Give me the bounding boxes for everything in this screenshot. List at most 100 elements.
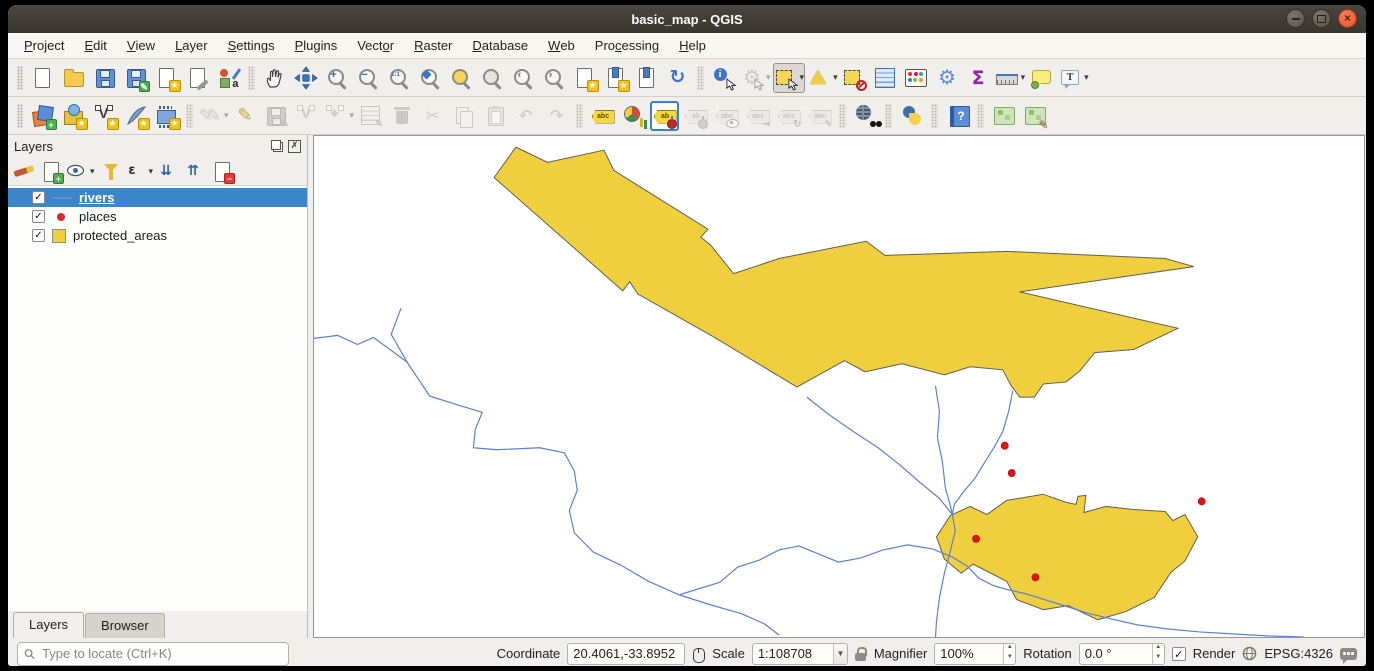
deselect-features-button[interactable] [840,63,869,93]
layer-checkbox-rivers[interactable]: ✓ [32,191,45,204]
menu-web[interactable]: Web [538,33,585,58]
copy-features-button[interactable] [449,101,478,131]
paste-features-button[interactable] [480,101,509,131]
layer-checkbox-protected_areas[interactable]: ✓ [32,229,45,242]
open-attribute-table-button[interactable] [871,63,900,93]
magnifier-spinbox[interactable]: ▲▼ [934,643,1016,665]
new-geopackage-layer-button[interactable]: ★ [59,101,88,131]
show-layout-manager-button[interactable] [183,63,212,93]
refresh-map-button[interactable]: ↻ [663,63,692,93]
green-map-plugin-button[interactable] [989,101,1018,131]
style-manager-button[interactable]: a [214,63,243,93]
open-project-button[interactable] [59,63,88,93]
lock-scale-icon[interactable] [855,647,867,661]
log-messages-icon[interactable] [1340,648,1357,660]
save-layer-edits-button[interactable]: ✎ [262,101,291,131]
zoom-to-layer-button[interactable] [477,63,506,93]
close-panel-button[interactable]: ✗ [288,140,301,153]
menu-project[interactable]: Project [14,33,74,58]
maximize-button[interactable] [1312,9,1331,28]
highlight-pinned-labels-button[interactable]: ab [681,101,710,131]
help-contents-button[interactable]: ? [943,101,972,131]
layer-item-protected_areas[interactable]: ✓protected_areas [8,226,307,245]
minimize-button[interactable] [1286,9,1305,28]
open-data-source-manager-button[interactable]: + [28,101,57,131]
menu-help[interactable]: Help [669,33,716,58]
map-tips-button[interactable] [1027,63,1056,93]
show-spatial-bookmarks-button[interactable]: ★ [601,63,630,93]
layer-item-rivers[interactable]: ✓rivers [8,188,307,207]
menu-edit[interactable]: Edit [74,33,116,58]
manage-map-themes-button[interactable]: ▾ [66,159,95,183]
title-bar[interactable]: basic_map - QGIS × [8,5,1366,33]
zoom-to-selection-button[interactable] [446,63,475,93]
zoom-last-button[interactable]: ‹ [508,63,537,93]
add-feature-button[interactable]: V [293,101,322,131]
new-shapefile-layer-button[interactable]: V★ [90,101,119,131]
magnifier-input[interactable] [935,646,1003,661]
modify-attributes-button[interactable]: ✎ [356,101,385,131]
zoom-out-button[interactable]: − [353,63,382,93]
menu-layer[interactable]: Layer [165,33,218,58]
remove-layer-button[interactable]: − [210,159,234,183]
statistical-summary-button[interactable]: Σ [964,63,993,93]
vertex-tool-button[interactable]: ⌖▾ [324,101,355,131]
scale-input[interactable] [753,646,833,661]
dropdown-arrow-icon[interactable]: ▾ [833,72,838,83]
menu-processing[interactable]: Processing [585,33,669,58]
menu-view[interactable]: View [117,33,165,58]
metasearch-catalog-button[interactable] [851,101,880,131]
toggle-editing-button[interactable]: ✎ [231,101,260,131]
processing-toolbox-button[interactable]: ⚙ [933,63,962,93]
zoom-native-button[interactable]: 1:1 [384,63,413,93]
mouse-position-toggle-icon[interactable] [692,646,705,662]
tab-browser[interactable]: Browser [85,613,165,638]
menu-settings[interactable]: Settings [218,33,285,58]
select-by-expression-button[interactable]: ▾ [807,63,838,93]
crs-globe-icon[interactable] [1242,646,1257,661]
dropdown-arrow-icon[interactable]: ▾ [1021,72,1026,83]
dropdown-arrow-icon[interactable]: ▾ [800,72,805,83]
close-button[interactable]: × [1338,9,1357,28]
filter-legend-button[interactable] [98,159,122,183]
new-spatial-bookmark-button[interactable]: ★ [570,63,599,93]
run-feature-action-button[interactable]: ⚙▾ [740,63,771,93]
measure-line-button[interactable]: ▾ [995,63,1026,93]
dropdown-arrow-icon[interactable]: ▾ [766,72,771,83]
layer-labeling-options-button[interactable]: abc [588,101,617,131]
collapse-all-button[interactable]: ⇈ [183,159,207,183]
rotation-spinbox[interactable]: ▲▼ [1079,643,1165,665]
render-checkbox[interactable]: ✓ [1172,647,1186,661]
cut-features-button[interactable]: ✂ [418,101,447,131]
locate-search[interactable] [17,642,289,666]
zoom-in-button[interactable]: + [322,63,351,93]
new-spatialite-layer-button[interactable]: ★ [121,101,150,131]
save-project-button[interactable] [90,63,119,93]
dropdown-arrow-icon[interactable]: ▾ [1084,72,1089,83]
rotation-spin-buttons[interactable]: ▲▼ [1152,644,1164,664]
redo-button[interactable]: ↷ [542,101,571,131]
dropdown-arrow-icon[interactable]: ▾ [90,166,95,177]
menu-plugins[interactable]: Plugins [285,33,348,58]
select-features-button[interactable]: ▾ [773,63,806,93]
change-label-button[interactable]: abc✎ [805,101,834,131]
add-group-button[interactable]: + [39,159,63,183]
save-project-as-button[interactable]: ✎ [121,63,150,93]
menu-raster[interactable]: Raster [404,33,462,58]
identify-features-button[interactable]: i [709,63,738,93]
filter-by-expression-button[interactable]: ε▾ [125,159,154,183]
zoom-next-button[interactable]: › [539,63,568,93]
new-virtual-layer-button[interactable]: ★ [152,101,181,131]
move-label-button[interactable]: abc→ [743,101,772,131]
map-canvas[interactable] [313,135,1365,638]
locate-input[interactable] [40,645,282,662]
layer-diagram-options-button[interactable] [619,101,648,131]
rotation-input[interactable] [1080,646,1152,661]
magnifier-spin-buttons[interactable]: ▲▼ [1003,644,1015,664]
new-project-button[interactable] [28,63,57,93]
coordinate-input[interactable] [568,646,684,661]
field-calculator-button[interactable] [902,63,931,93]
text-annotation-button[interactable]: T▾ [1058,63,1089,93]
crs-status[interactable]: EPSG:4326 [1264,646,1333,661]
menu-database[interactable]: Database [462,33,538,58]
